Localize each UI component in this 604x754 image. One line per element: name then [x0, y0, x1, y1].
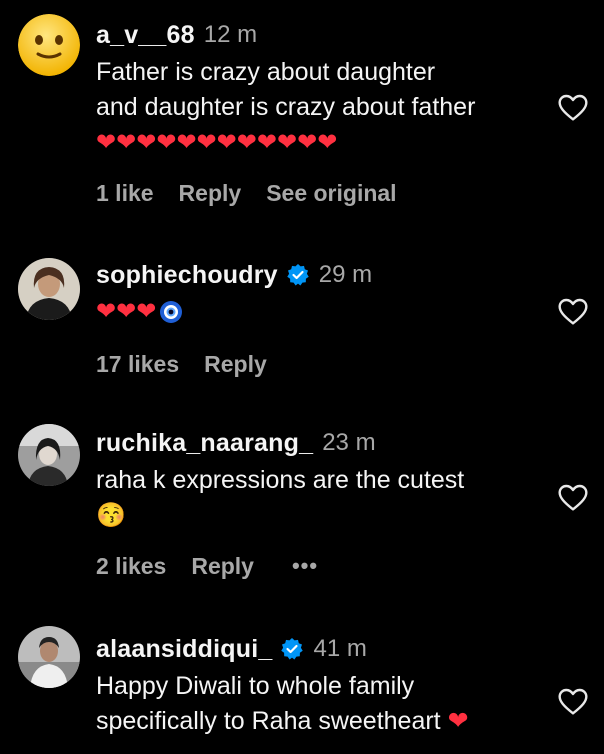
reply-button[interactable]: Reply [204, 351, 267, 378]
heart-emojis: ❤❤❤ [96, 295, 534, 329]
see-original-button[interactable]: See original [266, 180, 396, 207]
likes-count[interactable]: 1 like [96, 180, 154, 207]
heart-outline-icon[interactable] [556, 296, 590, 328]
heart-emoji: ❤ [447, 707, 469, 735]
avatar[interactable] [18, 424, 80, 486]
avatar[interactable] [18, 14, 80, 76]
hearts-text: ❤❤❤❤❤❤❤❤❤❤❤❤ [96, 129, 338, 156]
heart-outline-icon[interactable] [556, 482, 590, 514]
profile-photo-icon [18, 258, 80, 320]
verified-badge-icon [281, 638, 304, 660]
slightly-smiling-face-icon [18, 14, 80, 76]
username[interactable]: a_v__68 [96, 21, 195, 50]
comment-text-body: Happy Diwali to whole family specificall… [96, 672, 441, 735]
comment-text: raha k expressions are the cutest [96, 466, 465, 494]
comment-actions: 1 like Reply See original [96, 177, 534, 209]
timestamp: 29 m [318, 261, 373, 288]
heart-outline-icon[interactable] [556, 92, 590, 124]
timestamp: 41 m [313, 635, 367, 662]
timestamp: 12 m [203, 21, 258, 48]
kissing-face-emoji: 😚 [96, 502, 126, 529]
reply-button[interactable]: Reply [191, 553, 254, 580]
likes-count[interactable]: 2 likes [96, 553, 166, 580]
comment-actions: 2 likes Reply ••• [96, 550, 534, 582]
comment-actions: 17 likes Reply [96, 348, 534, 380]
comment-text: Happy Diwali to whole family specificall… [96, 669, 534, 739]
profile-photo-icon [18, 424, 80, 486]
hearts-text: ❤❤❤ [96, 298, 157, 325]
username[interactable]: sophiechoudry [96, 261, 278, 290]
reply-button[interactable]: Reply [179, 180, 242, 207]
avatar[interactable] [18, 626, 80, 688]
timestamp: 23 m [322, 429, 376, 456]
username[interactable]: alaansiddiqui_ [96, 635, 272, 664]
avatar[interactable] [18, 258, 80, 320]
comment-text: Father is crazy about daughter and daugh… [96, 58, 476, 121]
likes-count[interactable]: 17 likes [96, 351, 179, 378]
heart-outline-icon[interactable] [556, 686, 590, 718]
profile-photo-icon [18, 626, 80, 688]
more-options-icon[interactable]: ••• [292, 553, 318, 579]
nazar-amulet-icon [160, 301, 183, 323]
username[interactable]: ruchika_naarang_ [96, 429, 313, 458]
heart-emojis: ❤❤❤❤❤❤❤❤❤❤❤❤ [96, 126, 534, 160]
verified-badge-icon [287, 264, 309, 286]
